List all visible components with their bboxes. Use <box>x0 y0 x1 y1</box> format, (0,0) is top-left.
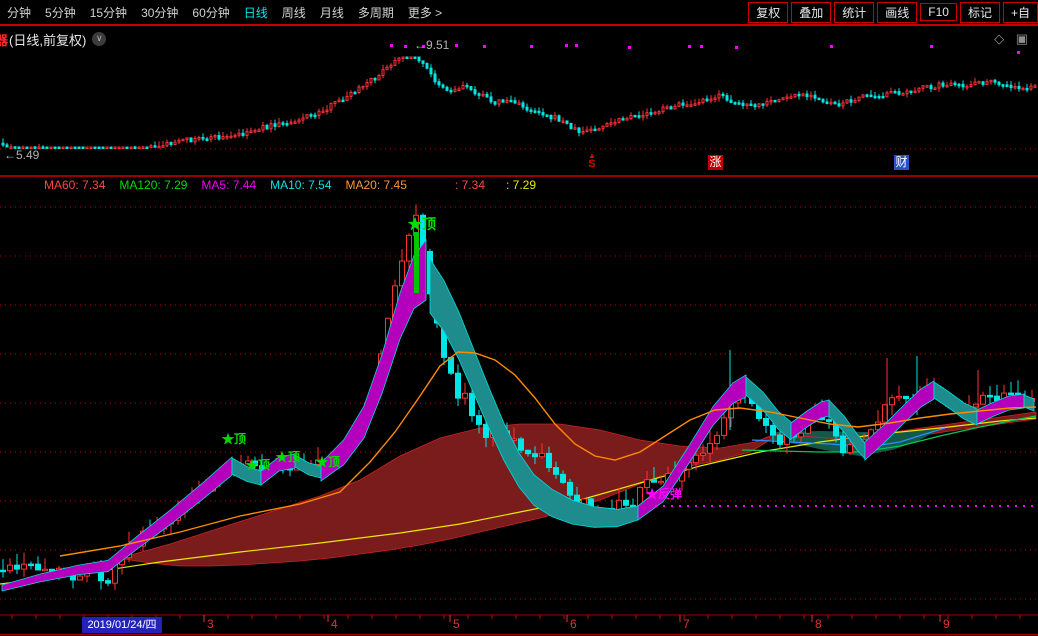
month-label: 7 <box>683 617 690 631</box>
ma-values-row: MA60: 7.34 MA120: 7.29 MA5: 7.44 MA10: 7.54… <box>0 178 1038 194</box>
tab-6[interactable]: 日线 <box>237 4 275 21</box>
main-gridlines <box>0 207 1038 599</box>
separators <box>0 25 1038 635</box>
mini-candlestick-series <box>2 57 1036 149</box>
ribbon-bands <box>2 240 1034 591</box>
signal-marker: ★顶 <box>222 430 246 447</box>
toolbar-buttons: 复权叠加统计画线F10标记+自 <box>745 2 1038 23</box>
signal-marker: ★顶 <box>276 448 300 465</box>
tab-4[interactable]: 30分钟 <box>134 4 185 21</box>
corner-tool-icons[interactable]: ◇ ▣ <box>994 31 1032 47</box>
title-row: 器 (日线,前复权) ∨ ◇ ▣ <box>0 27 1038 51</box>
time-axis: 2019/01/24/四 3 4 5 6 7 8 9 <box>0 616 1038 636</box>
signal-marker: ★顶 <box>316 453 340 470</box>
month-label: 5 <box>453 617 460 631</box>
toolbar-button[interactable]: +自 <box>1003 2 1038 23</box>
tab-3[interactable]: 15分钟 <box>83 4 134 21</box>
chevron-down-icon[interactable]: ∨ <box>92 32 106 46</box>
tab-7[interactable]: 周线 <box>275 4 313 21</box>
mini-high-label: ←9.51 <box>414 38 449 52</box>
signal-marker: ★顶 <box>246 456 270 473</box>
period-tabs: 分钟5分钟15分钟30分钟60分钟日线周线月线多周期更多 > <box>0 4 449 21</box>
month-label: 9 <box>943 617 950 631</box>
month-label: 8 <box>815 617 822 631</box>
ma-value: MA120: 7.29 <box>119 178 187 192</box>
toolbar-button[interactable]: 复权 <box>748 2 788 23</box>
mini-low-label: ←5.49 <box>4 148 39 162</box>
tab-10[interactable]: 更多 > <box>401 4 449 21</box>
tab-5[interactable]: 60分钟 <box>185 4 236 21</box>
watermark-s: ▲S <box>588 152 596 168</box>
ma-extra-value: : 7.29 <box>506 178 536 192</box>
month-label: 6 <box>570 617 577 631</box>
tab-2[interactable]: 5分钟 <box>38 4 83 21</box>
date-label: 2019/01/24/四 <box>82 617 162 633</box>
ma-value: MA5: 7.44 <box>201 178 256 192</box>
tab-8[interactable]: 月线 <box>313 4 351 21</box>
toolbar-button[interactable]: 叠加 <box>791 2 831 23</box>
ma-value: MA20: 7.45 <box>346 178 407 192</box>
signal-marker: ★顶 <box>408 214 436 234</box>
toolbar-button[interactable]: F10 <box>920 3 957 21</box>
signal-marker: ★反弹 <box>646 485 682 502</box>
month-label: 4 <box>331 617 338 631</box>
tab-1[interactable]: 分钟 <box>0 4 38 21</box>
ma-value: MA60: 7.34 <box>44 178 105 192</box>
tab-9[interactable]: 多周期 <box>351 4 401 21</box>
stock-name-partial: 器 <box>0 30 8 49</box>
watermark-财: 财 <box>894 155 909 170</box>
toolbar-button[interactable]: 画线 <box>877 2 917 23</box>
indicator-areas <box>120 412 1036 566</box>
green-signal-bar <box>414 232 419 293</box>
ma-extra-value: : 7.34 <box>455 178 485 192</box>
stock-chart-canvas[interactable] <box>0 0 1038 636</box>
up-arrow-icon: ▲ <box>588 152 596 160</box>
toolbar-button[interactable]: 标记 <box>960 2 1000 23</box>
toolbar-button[interactable]: 统计 <box>834 2 874 23</box>
month-label: 3 <box>207 617 214 631</box>
period-toolbar: 分钟5分钟15分钟30分钟60分钟日线周线月线多周期更多 > 复权叠加统计画线F… <box>0 0 1038 24</box>
ma-value: MA10: 7.54 <box>270 178 331 192</box>
watermark-涨: 涨 <box>708 155 723 170</box>
page-title: (日线,前复权) <box>9 30 86 49</box>
